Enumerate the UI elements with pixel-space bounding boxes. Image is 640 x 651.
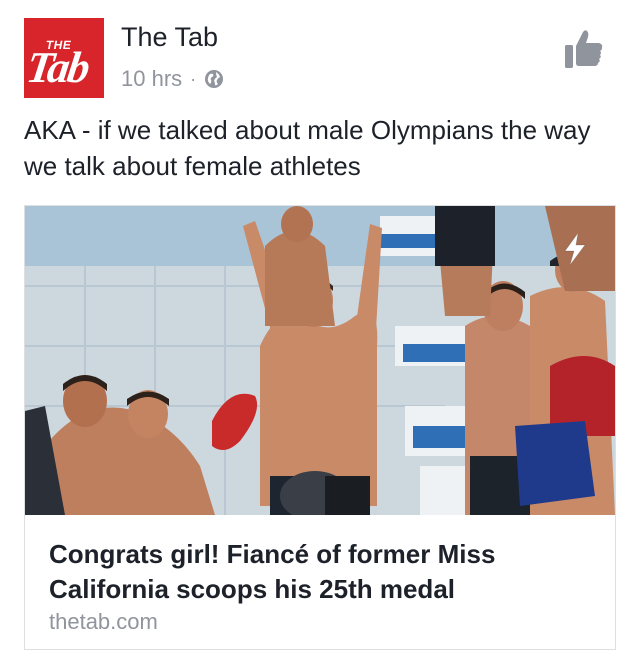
link-domain: thetab.com: [49, 609, 158, 634]
thumbs-up-icon[interactable]: [564, 28, 604, 70]
post-header: THE Tab The Tab 10 hrs ·: [24, 18, 616, 98]
link-preview-card[interactable]: Congrats girl! Fiancé of former Miss Cal…: [24, 205, 616, 650]
globe-icon: [205, 70, 224, 88]
swimmers-photo: [25, 206, 615, 515]
meta-separator: ·: [190, 68, 197, 89]
post-text: AKA - if we talked about male Olympians …: [24, 115, 591, 181]
link-title[interactable]: Congrats girl! Fiancé of former Miss Cal…: [49, 537, 594, 607]
link-preview-body[interactable]: Congrats girl! Fiancé of former Miss Cal…: [25, 515, 615, 649]
page-avatar[interactable]: THE Tab: [24, 18, 104, 98]
avatar-logo-main: Tab: [24, 43, 92, 92]
post-meta: 10 hrs ·: [121, 66, 224, 92]
post-timestamp[interactable]: 10 hrs: [121, 66, 182, 92]
lightning-bolt-icon: [564, 232, 586, 266]
link-preview-image[interactable]: [25, 206, 615, 515]
page-name[interactable]: The Tab: [121, 22, 218, 53]
